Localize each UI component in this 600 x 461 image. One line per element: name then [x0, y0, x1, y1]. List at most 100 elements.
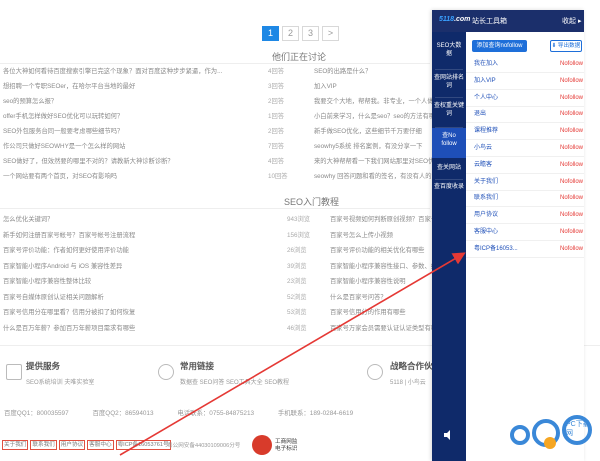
nofollow-row[interactable]: 退出 Nofollow — [466, 106, 584, 124]
question-link[interactable]: 作公司只做好SEOWHY是一个怎么样的网站 — [3, 141, 125, 152]
contact-us-link[interactable]: 联系我们 — [30, 440, 57, 450]
tutorial-row[interactable]: 什么是百万年薪？参加百万年薪项目需求有哪些 46浏览 百家号万家会员需要认证认证类型… — [0, 323, 443, 334]
question-link[interactable]: 各位大神如何看待百度搜索引擎已完这个现象？面对百度这种步步紧逼，作为... — [3, 66, 222, 77]
link-name[interactable]: 课程推荐 — [474, 123, 498, 140]
section-divider — [0, 208, 430, 209]
question-link[interactable]: SEO做好了，但效然要的哪里不对的？请教新大神诊断诊断？ — [3, 156, 174, 167]
link-name[interactable]: 用户协议 — [474, 207, 498, 224]
tutorial-link[interactable]: 百家号评价功能：作者如何更好使用评价功能 — [3, 245, 129, 256]
tutorial-row[interactable]: 百家号信用分在哪里看？信用分被扣了如何恢复 53浏览 百家号信用分的作用有哪些 — [0, 307, 430, 318]
tab-baidu-index[interactable]: 查百度收录 — [432, 180, 466, 206]
tutorial-link[interactable]: 百家号自媒体原创认证相关问题解析 — [3, 292, 104, 303]
link-name[interactable]: 加入VIP — [474, 73, 496, 90]
tab-nofollow[interactable]: 查No follow — [432, 128, 466, 158]
tutorial-link[interactable]: 百家智能小程序兼容性整体比较 — [3, 276, 91, 287]
user-agreement-link[interactable]: 用户协议 — [58, 440, 86, 450]
question-link[interactable]: offer手机怎样做好SEO优化可以玩转如何？ — [3, 111, 123, 122]
tutorial-row[interactable]: 百家号评价功能：作者如何更好使用评价功能 26浏览 百家号评价功能的相关优化有哪些 — [0, 245, 430, 256]
link-name[interactable]: 粤ICP备16053... — [474, 241, 518, 258]
discussion-row[interactable]: SEO做好了，但效然要的哪里不对的？请教新大神诊断诊断？ 4回答 来的大神帮帮看一下… — [0, 156, 434, 167]
link-name[interactable]: 云瞻客 — [474, 157, 492, 174]
link-name[interactable]: 关于我们 — [474, 174, 498, 191]
nofollow-row[interactable]: 联系我们 Nofollow — [466, 190, 584, 208]
tab-weight-keywords[interactable]: 查权重关键词 — [432, 98, 466, 128]
link-name[interactable]: 小鸟云 — [474, 140, 492, 157]
tutorial-link[interactable]: 百家智能小程序Android 与 iOS 兼容性差异 — [3, 261, 122, 272]
nofollow-row[interactable]: 小鸟云 Nofollow — [466, 140, 584, 157]
related-link[interactable]: 新手做SEO优化，这些细节千万要仔细 — [314, 126, 434, 137]
volume-icon[interactable] — [443, 428, 455, 440]
related-link[interactable]: SEO的出路是什么？ — [314, 66, 434, 77]
page-2-button[interactable]: 2 — [282, 26, 299, 41]
nofollow-status: Nofollow — [560, 178, 584, 185]
link-name[interactable]: 个人中心 — [474, 90, 498, 107]
nofollow-row[interactable]: 我在加入 Nofollow — [466, 56, 584, 73]
nofollow-row[interactable]: 课程推荐 Nofollow — [466, 123, 584, 141]
export-data-button[interactable]: ⬇ 导出数据 — [550, 40, 582, 52]
tutorial-row[interactable]: 怎么优化关键词？ 943浏览 百家号视频如何判断原创视频？百家号视频原创 — [0, 214, 450, 225]
service-center-link[interactable]: 客服中心 — [87, 440, 114, 450]
footer-links: 常用链接 数据查 SEO问答 SEO工具大全 SEO教程 — [180, 360, 289, 386]
tutorial-row[interactable]: 百家号自媒体原创认证相关问题解析 52浏览 什么是百家号问答？ — [0, 292, 430, 303]
link-name[interactable]: 联系我们 — [474, 190, 498, 207]
gongshang-badge-icon[interactable] — [252, 435, 272, 455]
related-link[interactable]: seowhy 回答问题和看的签名，有没有人的网站 — [314, 171, 434, 182]
nofollow-status: Nofollow — [560, 77, 584, 84]
link-name[interactable]: 我在加入 — [474, 56, 498, 73]
nofollow-row[interactable]: 关于我们 Nofollow — [466, 174, 584, 191]
discussion-row[interactable]: 一个网站要有两个首页，对SEO有影响吗 10回答 seowhy 回答问题和看的签名，… — [0, 171, 434, 182]
discussion-row[interactable]: 作公司只做好SEOWHY是一个怎么样的网站 7回答 seowhy5系统 排名案例，有… — [0, 141, 430, 152]
page-1-button[interactable]: 1 — [262, 26, 279, 41]
tutorial-link[interactable]: 百家号信用分在哪里看？信用分被扣了如何恢复 — [3, 307, 135, 318]
nofollow-row[interactable]: 客服中心 Nofollow — [466, 224, 584, 241]
services-links[interactable]: SEO系统培训 夫唯实验室 — [26, 377, 94, 386]
next-page-button[interactable]: > — [322, 26, 339, 41]
common-links[interactable]: 数据查 SEO问答 SEO工具大全 SEO教程 — [180, 377, 289, 386]
question-link[interactable]: 一个网站要有两个首页，对SEO有影响吗 — [3, 171, 117, 182]
panel-header: 5118.com 站长工具箱 收起 ▸ — [432, 10, 584, 32]
nofollow-row[interactable]: 加入VIP Nofollow — [466, 73, 584, 90]
collapse-button[interactable]: 收起 ▸ — [562, 16, 581, 26]
nofollow-status: Nofollow — [560, 111, 584, 118]
related-link[interactable]: 加入VIP — [314, 81, 434, 92]
discussion-row[interactable]: seo的预算怎么报？ 2回答 我要交个大地，帮帮我。非专业，一个人做SEO — [0, 96, 434, 107]
discussion-row[interactable]: offer手机怎样做好SEO优化可以玩转如何？ 1回答 小白前来学习，什么是seo？… — [0, 111, 434, 122]
footer-services: 提供服务 SEO系统培训 夫唯实验室 — [26, 360, 94, 386]
nofollow-row[interactable]: 个人中心 Nofollow — [466, 90, 584, 107]
discussion-row[interactable]: 各位大神如何看待百度搜索引擎已完这个现象？面对百度这种步步紧逼，作为... 4回答… — [0, 66, 430, 77]
about-us-link[interactable]: 关于我们 — [2, 440, 29, 450]
police-record[interactable]: 粤公网安备44030109006分号 — [167, 441, 240, 449]
tab-related-sites[interactable]: 查关网站 — [432, 158, 466, 180]
related-link[interactable]: 小白前来学习，什么是seo？seo的方法有哪些 — [314, 111, 434, 122]
tutorial-row[interactable]: 百家智能小程序Android 与 iOS 兼容性差异 39浏览 百家智能小程序兼容性… — [0, 261, 450, 272]
partner-links[interactable]: 5118 | 小鸟云 — [390, 377, 433, 386]
contact-info: 百度QQ1：800035597 百度QQ2：86594013 电话联系：0755… — [4, 408, 375, 417]
link-name[interactable]: 客服中心 — [474, 224, 498, 241]
nofollow-row[interactable]: 云瞻客 Nofollow — [466, 157, 584, 174]
link-name[interactable]: 退出 — [474, 106, 486, 123]
add-query-button[interactable]: 添加查询nofollow — [472, 40, 527, 52]
view-count: 156浏览 — [287, 231, 311, 239]
answer-count: 1回答 — [268, 113, 285, 120]
contact-phone: 电话联系：0755-84875213 — [177, 410, 255, 417]
tab-seo-data[interactable]: SEO大数据 — [432, 42, 466, 70]
question-link[interactable]: SEO外包服务台同一般要考虑哪些细节吗？ — [3, 126, 123, 137]
discussion-row[interactable]: SEO外包服务台同一般要考虑哪些细节吗？ 2回答 新手做SEO优化，这些细节千万要仔… — [0, 126, 430, 137]
tutorial-link[interactable]: 新手如何注册百家号帐号？百家号帐号注册流程 — [3, 230, 135, 241]
tab-site-rank[interactable]: 查网站排名词 — [432, 70, 466, 98]
page-3-button[interactable]: 3 — [302, 26, 319, 41]
discussion-row[interactable]: 想招聘一个专职SEOer，在哈尔平台当地的最好 3回答 加入VIP — [0, 81, 430, 92]
related-link[interactable]: seowhy5系统 排名案例，有没分享一下 — [314, 141, 434, 152]
related-link[interactable]: 来的大神帮帮看一下我们网站那里对SEO优化 — [314, 156, 434, 167]
tutorial-row[interactable]: 百家智能小程序兼容性整体比较 23浏览 百家智能小程序兼容性说明 — [0, 276, 430, 287]
question-link[interactable]: seo的预算怎么报？ — [3, 96, 57, 107]
tutorial-link[interactable]: 什么是百万年薪？参加百万年薪项目需求有哪些 — [3, 323, 135, 334]
nofollow-status: Nofollow — [560, 212, 584, 219]
tutorial-row[interactable]: 新手如何注册百家号帐号？百家号帐号注册流程 156浏览 百家号怎么上传小视频 — [0, 230, 430, 241]
nofollow-row[interactable]: 粤ICP备16053... Nofollow — [466, 241, 584, 258]
icp-link[interactable]: 粤ICP备16053761号 — [115, 440, 171, 450]
tutorial-link[interactable]: 怎么优化关键词？ — [3, 214, 53, 225]
nofollow-row[interactable]: 用户协议 Nofollow — [466, 207, 584, 225]
question-link[interactable]: 想招聘一个专职SEOer，在哈尔平台当地的最好 — [3, 81, 135, 92]
related-link[interactable]: 我要交个大地，帮帮我。非专业，一个人做SEO — [314, 96, 434, 107]
